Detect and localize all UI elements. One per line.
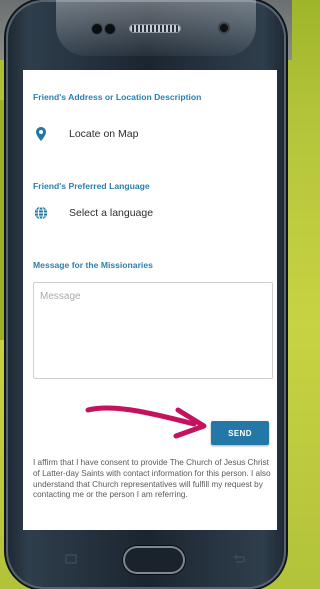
message-section-label: Message for the Missionaries xyxy=(33,260,153,270)
send-button[interactable]: SEND xyxy=(211,421,269,445)
back-icon[interactable] xyxy=(232,553,246,565)
locate-on-map-text: Locate on Map xyxy=(69,128,139,140)
message-placeholder: Message xyxy=(40,291,81,302)
map-pin-icon xyxy=(33,126,49,142)
sensor-dot-icon xyxy=(105,24,115,34)
address-section-label: Friend's Address or Location Description xyxy=(33,92,202,102)
app-screen: Friend's Address or Location Description… xyxy=(23,70,277,530)
language-section-label: Friend's Preferred Language xyxy=(33,181,150,191)
locate-on-map-row[interactable]: Locate on Map xyxy=(33,124,138,144)
message-textarea[interactable]: Message xyxy=(33,282,273,379)
earpiece-speaker xyxy=(130,25,180,32)
language-select-row[interactable]: Select a language xyxy=(33,203,153,223)
globe-icon xyxy=(33,205,49,221)
select-language-text: Select a language xyxy=(69,207,154,219)
sensor-dot-icon xyxy=(92,24,102,34)
recent-apps-icon[interactable] xyxy=(64,553,78,565)
consent-text: I affirm that I have consent to provide … xyxy=(33,458,271,500)
front-camera-icon xyxy=(220,24,228,32)
magenta-arrow-icon xyxy=(85,405,207,439)
home-button[interactable] xyxy=(123,546,185,574)
